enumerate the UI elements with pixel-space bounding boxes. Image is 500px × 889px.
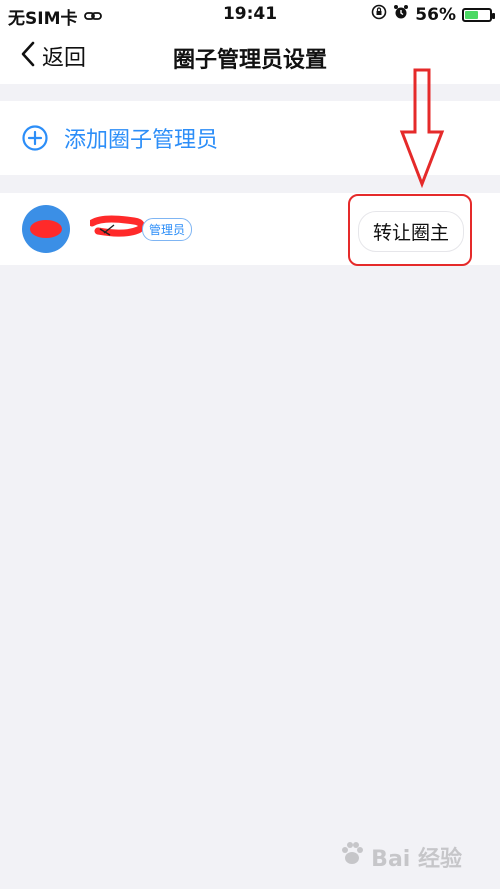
battery-percent: 56% — [415, 4, 456, 25]
add-admin-label: 添加圈子管理员 — [64, 128, 219, 153]
battery-icon — [462, 7, 495, 22]
orientation-lock-icon — [371, 4, 387, 25]
redaction-mark — [30, 220, 62, 238]
admin-list-item: 管理员 转让圈主 — [0, 193, 500, 265]
admin-badge: 管理员 — [142, 218, 193, 241]
battery-fill — [465, 10, 479, 19]
plus-circle-icon — [22, 125, 48, 151]
transfer-owner-button[interactable]: 转让圈主 — [357, 211, 464, 252]
avatar[interactable] — [22, 205, 70, 253]
status-right: 56% — [371, 4, 495, 25]
page-title: 圈子管理员设置 — [172, 48, 327, 73]
watermark-text: Bai 经验 — [371, 847, 462, 872]
redacted-name — [90, 215, 145, 237]
nav-bar: 返回 圈子管理员设置 — [0, 30, 500, 84]
alarm-icon — [393, 4, 409, 25]
status-bar: 无SIM卡 19:41 56% — [0, 0, 500, 30]
paw-icon — [339, 841, 365, 873]
add-admin-row[interactable]: 添加圈子管理员 — [0, 101, 500, 175]
watermark: Bai 经验 — [339, 841, 462, 873]
screen: 无SIM卡 19:41 56% 返回 圈子管理员设置 添加圈子管理员 管理员 转… — [0, 0, 500, 889]
